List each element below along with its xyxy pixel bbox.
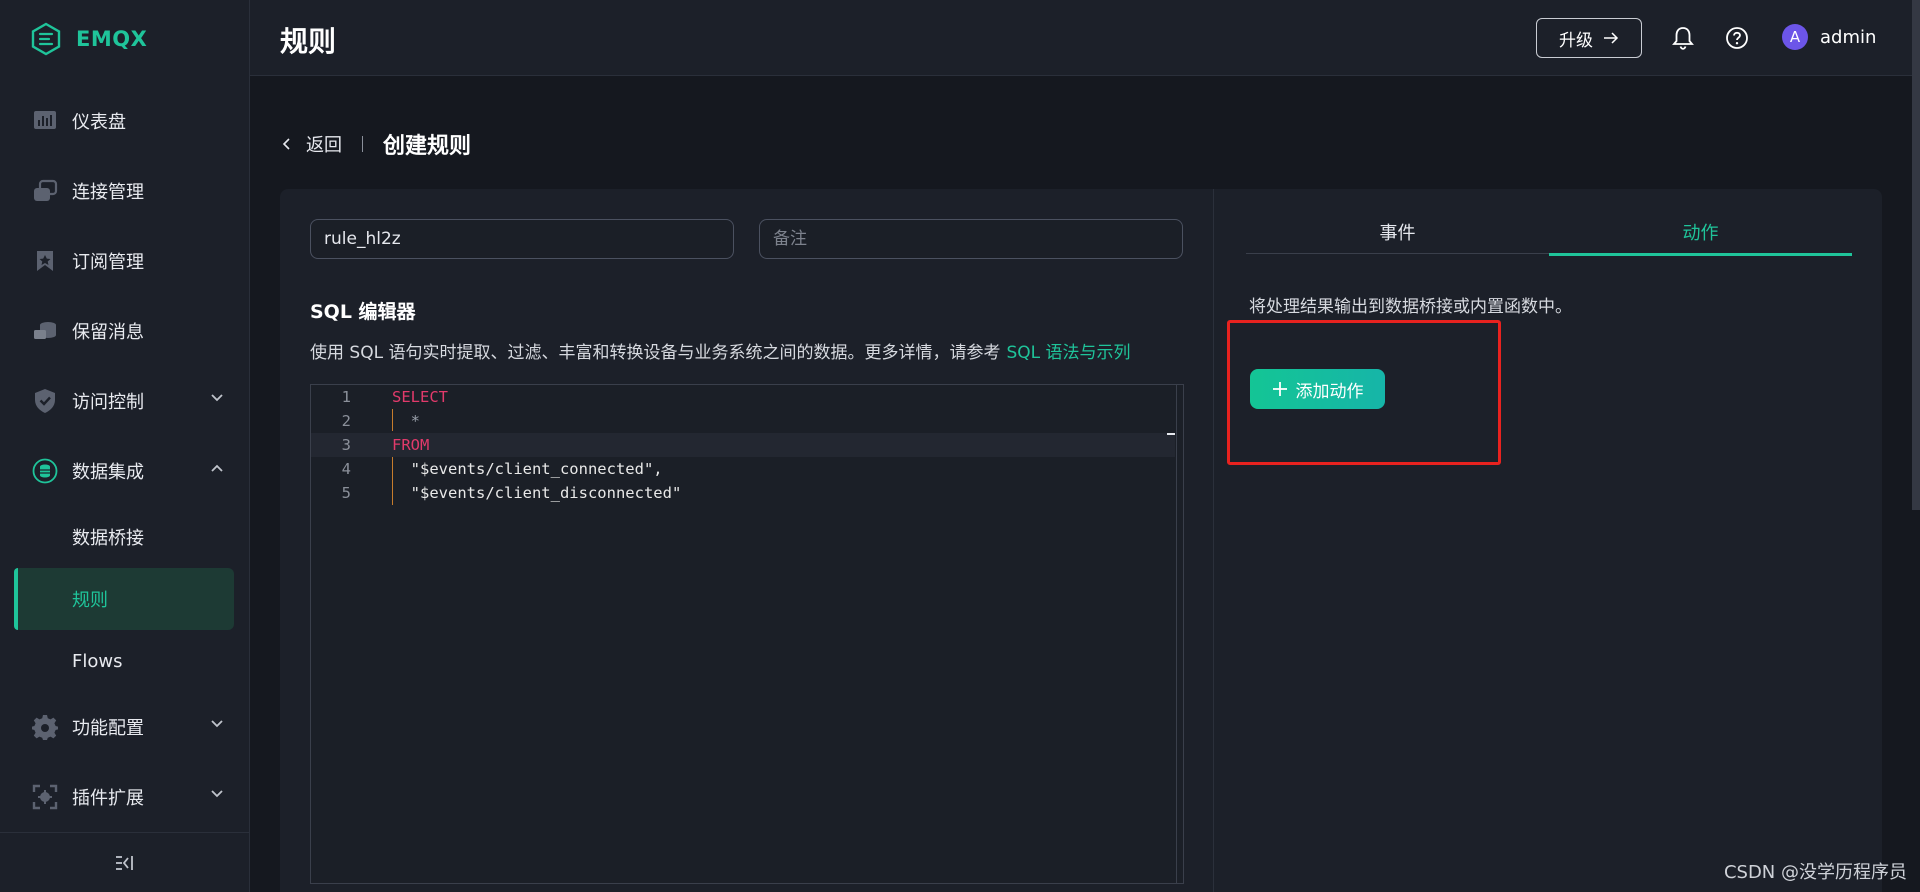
arrow-right-icon [1604,32,1619,44]
chevron-left-icon [282,138,290,150]
note-input[interactable] [759,219,1183,259]
line-number: 4 [341,460,351,478]
chevron-down-icon [211,790,223,798]
retained-messages-icon [32,318,58,344]
subscriptions-icon [32,248,58,274]
code-line: 5 "$events/client_disconnected" [311,481,1175,505]
help-button[interactable] [1724,25,1750,51]
sidebar-subitem-label: Flows [72,650,123,672]
code-text: * [392,412,420,430]
database-icon [32,458,58,484]
sidebar-item-extensions[interactable]: 插件扩展 [0,762,250,832]
sidebar-nav: 仪表盘 连接管理 订阅管理 保留消息 访问控制 数据集成 数据桥接 规则 Flo… [0,86,250,832]
sidebar: EMQX 仪表盘 连接管理 订阅管理 保留消息 访问控制 数据集成 数据桥接 规… [0,0,250,892]
upgrade-button[interactable]: 升级 [1536,18,1642,58]
sidebar-item-connections[interactable]: 连接管理 [0,156,250,226]
gear-icon [32,714,58,740]
shield-icon [32,388,58,414]
line-number: 5 [341,484,351,502]
sidebar-subitem-data-bridge[interactable]: 数据桥接 [0,506,250,568]
sidebar-item-label: 访问控制 [72,392,144,413]
sql-description-text: 使用 SQL 语句实时提取、过滤、丰富和转换设备与业务系统之间的数据。更多详情，… [310,343,1001,363]
breadcrumb-title: 创建规则 [383,134,472,159]
sidebar-item-label: 插件扩展 [72,788,144,809]
sql-code-editor[interactable]: 1 SELECT 2 * 3 FROM 4 "$events/client_co… [310,384,1184,884]
sidebar-item-label: 订阅管理 [72,252,144,273]
tab-actions[interactable]: 动作 [1549,210,1852,256]
code-text: FROM [392,436,430,454]
breadcrumb: 返回 创建规则 [282,128,471,160]
chevron-up-icon [211,464,223,472]
line-number: 1 [341,388,351,406]
code-text: SELECT [392,388,448,406]
upgrade-label: 升级 [1559,30,1593,50]
code-line-current: 3 FROM [311,433,1175,457]
chevron-down-icon [211,394,223,402]
panel-divider [1213,189,1214,892]
add-action-button[interactable]: 添加动作 [1250,369,1385,409]
connections-icon [32,178,58,204]
avatar: A [1782,24,1808,50]
username: admin [1820,26,1877,48]
collapse-sidebar-button[interactable] [0,832,250,892]
sidebar-item-retained[interactable]: 保留消息 [0,296,250,366]
add-action-label: 添加动作 [1295,381,1364,402]
sidebar-subitem-rules[interactable]: 规则 [14,568,234,630]
page-scrollbar[interactable] [1912,0,1920,510]
code-line: 1 SELECT [311,385,1175,409]
plus-icon [1272,382,1287,396]
dashboard-icon [32,108,58,134]
sql-editor-heading: SQL 编辑器 [310,301,416,323]
page-title: 规则 [280,25,337,58]
sidebar-subitem-label: 数据桥接 [72,528,144,549]
code-text: "$events/client_connected", [392,460,663,478]
sidebar-item-label: 保留消息 [72,322,144,343]
indent-guide [392,409,393,431]
indent-guide [392,457,393,505]
sidebar-item-data-integration[interactable]: 数据集成 [0,436,250,506]
user-menu[interactable]: A admin [1782,24,1876,50]
rule-id-input[interactable] [310,219,734,259]
sidebar-item-configuration[interactable]: 功能配置 [0,692,250,762]
sidebar-item-label: 仪表盘 [72,112,126,133]
help-icon [1726,27,1748,49]
top-header: 规则 升级 A admin [250,0,1920,76]
sidebar-item-subscriptions[interactable]: 订阅管理 [0,226,250,296]
back-link[interactable]: 返回 [282,131,342,157]
back-label: 返回 [306,135,342,156]
sql-editor-description: 使用 SQL 语句实时提取、过滤、丰富和转换设备与业务系统之间的数据。更多详情，… [310,338,1131,363]
code-line: 2 * [311,409,1175,433]
sidebar-item-access-control[interactable]: 访问控制 [0,366,250,436]
sidebar-item-label: 连接管理 [72,182,144,203]
sidebar-item-label: 功能配置 [72,718,144,739]
line-number: 3 [341,436,351,454]
editor-scrollbar[interactable] [1176,385,1177,883]
sidebar-subitem-flows[interactable]: Flows [0,630,250,692]
actions-description: 将处理结果输出到数据桥接或内置函数中。 [1249,297,1572,317]
overview-ruler-cursor [1167,433,1175,435]
rule-tabs: 事件 动作 [1246,210,1852,256]
logo-text: EMQX [76,27,148,51]
watermark: CSDN @没学历程序员 [1723,862,1907,883]
sidebar-subitem-label: 规则 [72,590,108,611]
sql-doc-link[interactable]: SQL 语法与示列 [1006,343,1130,363]
emqx-logo-icon [31,22,61,56]
sidebar-item-dashboard[interactable]: 仪表盘 [0,86,250,156]
chevron-down-icon [211,720,223,728]
breadcrumb-separator [362,136,363,152]
code-line: 4 "$events/client_connected", [311,457,1175,481]
logo[interactable]: EMQX [30,22,147,56]
notification-bell-button[interactable] [1670,25,1696,51]
line-number: 2 [341,412,351,430]
tab-events[interactable]: 事件 [1246,210,1549,254]
collapse-menu-icon [116,855,133,870]
plugin-icon [32,784,58,810]
bell-icon [1672,27,1694,50]
sidebar-item-label: 数据集成 [72,462,144,483]
code-text: "$events/client_disconnected" [392,484,682,502]
